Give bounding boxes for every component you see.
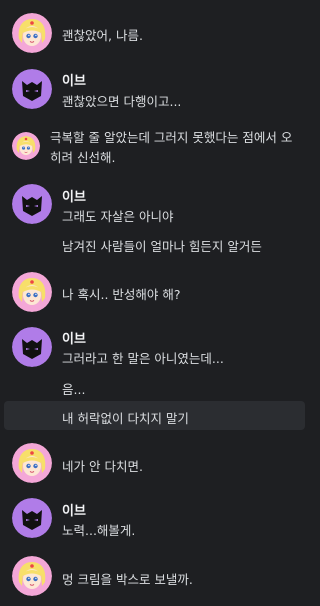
message-text: 노력...해볼게. [62, 523, 136, 538]
message-text: 괜찮았어, 나름. [62, 28, 143, 43]
message-text: 나 혹시.. 반성해야 해? [62, 287, 181, 302]
message-text: 음... [62, 382, 86, 397]
author-name[interactable]: 이브 [62, 328, 86, 347]
girl-avatar-icon [12, 132, 40, 160]
ive-avatar[interactable] [12, 498, 52, 538]
girl-avatar-icon [12, 13, 52, 53]
author-name[interactable]: 이브 [62, 186, 86, 205]
user-avatar[interactable] [12, 556, 52, 596]
ive-avatar[interactable] [12, 184, 52, 224]
user-avatar[interactable] [12, 443, 52, 483]
message-text: 극복할 줄 알았는데 그러지 못했다는 점에서 오히려 신선해. [50, 130, 293, 165]
mask-avatar-icon [12, 69, 52, 109]
message-text: 네가 안 다치면. [62, 459, 143, 474]
girl-avatar-icon [12, 272, 52, 312]
ive-avatar[interactable] [12, 327, 52, 367]
author-name[interactable]: 이브 [62, 500, 86, 519]
mask-avatar-icon [12, 498, 52, 538]
message-text: 멍 크림을 박스로 보낼까. [62, 572, 193, 587]
user-avatar[interactable] [12, 132, 40, 160]
message-text: 남겨진 사람들이 얼마나 힘든지 알거든 [62, 239, 262, 254]
ive-avatar[interactable] [12, 69, 52, 109]
mask-avatar-icon [12, 184, 52, 224]
user-avatar[interactable] [12, 272, 52, 312]
mask-avatar-icon [12, 327, 52, 367]
message-text: 그래도 자살은 아니야 [62, 209, 174, 224]
message-text: 그러라고 한 말은 아니였는데... [62, 351, 224, 366]
girl-avatar-icon [12, 443, 52, 483]
message-text: 내 허락없이 다치지 말기 [62, 411, 189, 426]
girl-avatar-icon [12, 556, 52, 596]
message-text: 괜찮았으면 다행이고... [62, 94, 182, 109]
author-name[interactable]: 이브 [62, 70, 86, 89]
user-avatar[interactable] [12, 13, 52, 53]
